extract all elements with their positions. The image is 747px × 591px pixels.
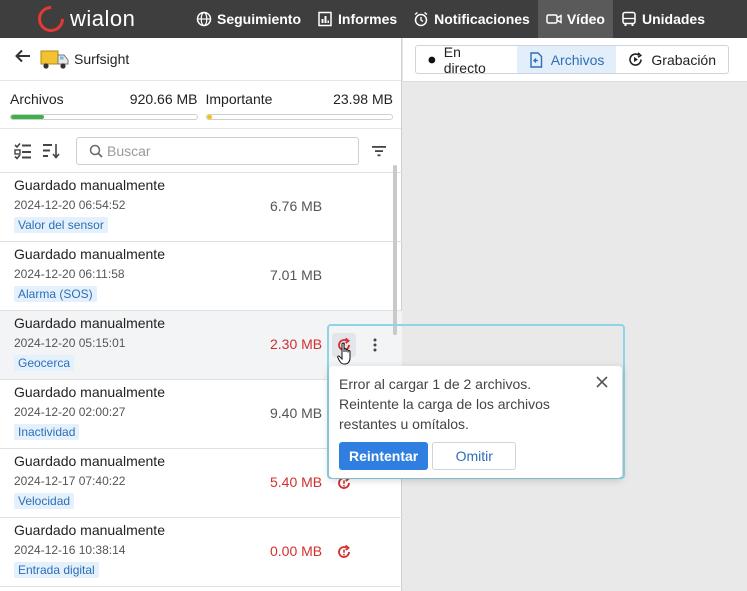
video-panel-header: En directo Archivos Grabación (403, 38, 747, 82)
nav-item-unidades[interactable]: Unidades (613, 0, 713, 38)
report-icon (318, 11, 332, 27)
item-tag: Entrada digital (14, 562, 99, 578)
nav-item-label: Vídeo (566, 11, 605, 27)
tab-archivos[interactable]: Archivos (516, 46, 617, 73)
list-item[interactable]: Guardado manualmente 2024-12-20 06:11:58… (0, 242, 402, 311)
item-date: 2024-12-20 06:11:58 (14, 267, 125, 281)
file-icon (530, 51, 542, 68)
logo-mark-icon (32, 0, 70, 38)
sort-icon[interactable] (40, 140, 62, 162)
item-tag: Geocerca (14, 355, 75, 371)
item-tag: Velocidad (14, 493, 75, 509)
storage-files-value: 920.66 MB (129, 91, 198, 107)
storage-summary: Archivos 920.66 MB Importante 23.98 MB (0, 80, 401, 128)
filter-icon[interactable] (369, 141, 389, 161)
search-field[interactable] (76, 136, 359, 165)
retry-button[interactable]: Reintentar (339, 442, 429, 470)
truck-icon (40, 50, 69, 69)
video-mode-tabs: En directo Archivos Grabación (415, 43, 729, 76)
nav-item-notificaciones[interactable]: Notificaciones (405, 0, 538, 38)
retry-upload-icon[interactable] (334, 542, 354, 562)
unit-header: Surfsight (0, 38, 401, 80)
back-arrow-icon[interactable] (14, 47, 32, 71)
storage-important: Importante 23.98 MB (205, 91, 393, 128)
popover-actions: Reintentar Omitir (339, 442, 612, 470)
nav-item-label: Informes (338, 11, 398, 27)
video-camera-icon (546, 14, 562, 24)
tab-label: En directo (443, 43, 486, 76)
item-title: Guardado manualmente (14, 177, 165, 193)
nav-item-label: Notificaciones (434, 11, 530, 27)
nav-item-label: Seguimiento (217, 11, 302, 27)
alarm-clock-icon (414, 11, 428, 27)
item-title: Guardado manualmente (14, 522, 165, 538)
tab-label: Archivos (550, 51, 605, 68)
tab-label: Grabación (651, 51, 716, 68)
popover-message: Error al cargar 1 de 2 archivos. Reinten… (339, 376, 550, 432)
list-toolbar (0, 128, 401, 172)
item-tag: Inactividad (14, 424, 80, 440)
storage-files-bar (10, 114, 198, 120)
files-panel: Surfsight Archivos 920.66 MB Importante … (0, 38, 402, 591)
tab-grabacion[interactable]: Grabación (616, 46, 728, 73)
select-list-icon[interactable] (12, 140, 34, 162)
item-size: 5.40 MB (270, 474, 323, 490)
list-item[interactable]: Guardado manualmente 2024-12-16 10:38:14… (0, 518, 402, 587)
search-input[interactable] (107, 142, 337, 159)
search-icon (89, 144, 103, 158)
item-date: 2024-12-16 10:38:14 (14, 543, 126, 557)
item-size: 2.30 MB (270, 336, 323, 352)
storage-important-value: 23.98 MB (333, 91, 393, 107)
tab-en-directo[interactable]: En directo (416, 43, 517, 76)
list-scrollbar[interactable] (393, 165, 397, 335)
storage-important-bar (205, 114, 393, 120)
storage-files-label: Archivos (10, 91, 64, 107)
upload-error-popover: Error al cargar 1 de 2 archivos. Reinten… (329, 366, 622, 478)
close-icon[interactable] (594, 374, 610, 390)
hand-cursor-icon (337, 342, 351, 365)
main-nav: Seguimiento Informes Notificaciones Víde… (188, 0, 713, 38)
wialon-logo[interactable]: wialon (32, 0, 188, 38)
item-date: 2024-12-20 06:54:52 (14, 198, 126, 212)
nav-item-video[interactable]: Vídeo (537, 0, 613, 38)
item-size: 9.40 MB (270, 405, 323, 421)
list-item[interactable]: Guardado manualmente 2024-12-20 06:54:52… (0, 173, 402, 242)
globe-icon (196, 11, 212, 27)
top-navigation-bar: wialon Seguimiento Informes Notificacion… (0, 0, 747, 38)
item-tag: Alarma (SOS) (14, 286, 97, 302)
item-size: 0.00 MB (270, 543, 323, 559)
storage-files-bar-fill (11, 115, 45, 119)
item-title: Guardado manualmente (14, 246, 165, 262)
bus-icon (622, 11, 636, 26)
record-icon (629, 52, 643, 66)
item-size: 6.76 MB (270, 198, 323, 214)
nav-item-label: Unidades (641, 11, 705, 27)
nav-item-informes[interactable]: Informes (309, 0, 405, 38)
storage-files: Archivos 920.66 MB (10, 91, 198, 128)
logo-text: wialon (70, 6, 136, 31)
storage-important-bar-fill (206, 115, 213, 119)
dot-icon (428, 56, 436, 63)
video-panel: En directo Archivos Grabación (403, 38, 747, 591)
skip-button[interactable]: Omitir (432, 442, 517, 470)
unit-name: Surfsight (74, 51, 130, 67)
nav-item-seguimiento[interactable]: Seguimiento (188, 0, 309, 38)
storage-important-label: Importante (205, 91, 273, 107)
item-tag: Valor del sensor (14, 217, 108, 233)
item-size: 7.01 MB (270, 267, 323, 283)
